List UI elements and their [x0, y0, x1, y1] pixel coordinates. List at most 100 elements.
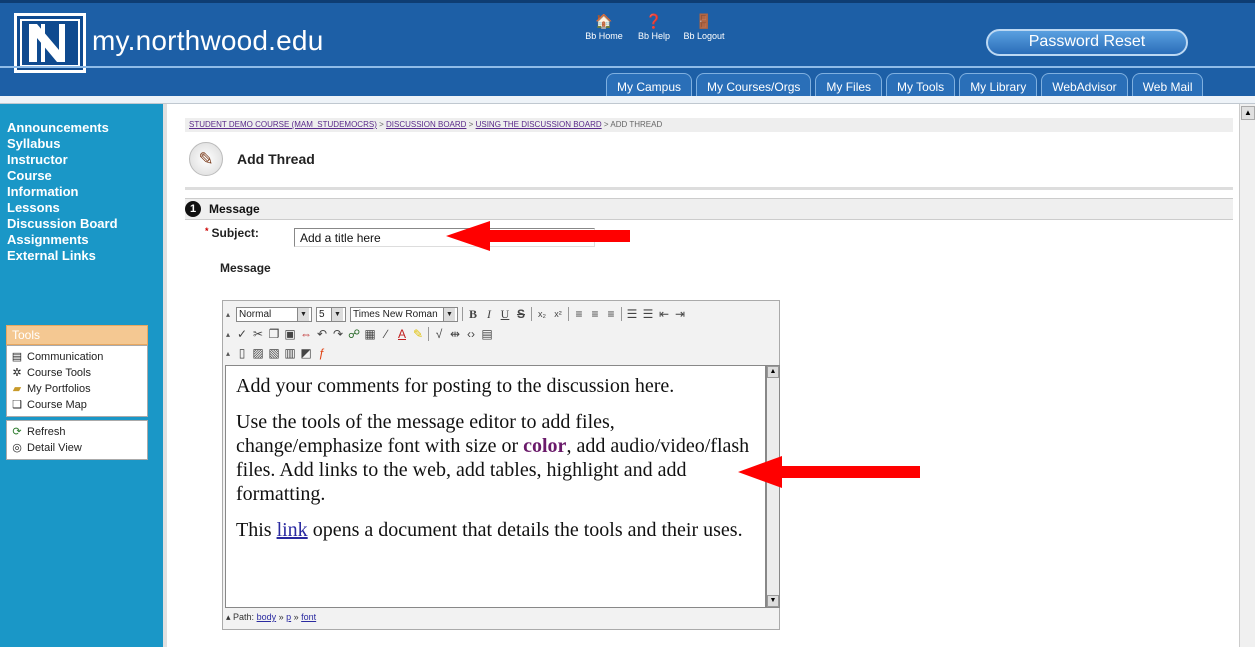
cut-icon[interactable]: ✂ — [252, 327, 264, 341]
insert-media-icon[interactable]: ▧ — [268, 346, 280, 360]
bb-home-link[interactable]: 🏠 Bb Home — [582, 13, 626, 41]
document-link[interactable]: link — [277, 519, 308, 541]
page-title: Add Thread — [237, 151, 315, 167]
northwood-logo[interactable] — [14, 13, 86, 73]
view-tools-list: ⟳ Refresh ◎ Detail View — [6, 420, 148, 460]
toolbar-separator — [568, 307, 569, 321]
toolbar-separator — [531, 307, 532, 321]
undo-icon[interactable]: ↶ — [316, 327, 328, 341]
breadcrumb-discussion-board[interactable]: DISCUSSION BOARD — [386, 120, 466, 129]
path-item-body[interactable]: body — [257, 612, 277, 622]
bb-logout-link[interactable]: 🚪 Bb Logout — [682, 13, 726, 41]
scroll-down-icon[interactable]: ▼ — [767, 595, 779, 607]
strikethrough-icon[interactable]: S — [515, 307, 527, 321]
math-equation-icon[interactable]: √ — [433, 327, 445, 341]
attach-file-icon[interactable]: ▯ — [236, 346, 248, 360]
menu-item-external-links[interactable]: External Links — [7, 248, 147, 264]
insert-image-icon[interactable]: ▨ — [252, 346, 264, 360]
menu-item-course-information[interactable]: Course Information — [7, 168, 79, 200]
bb-help-link[interactable]: ❓ Bb Help — [632, 13, 676, 41]
italic-icon[interactable]: I — [483, 307, 495, 322]
bold-icon[interactable]: B — [467, 307, 479, 322]
tool-course-map[interactable]: ❑ Course Map — [11, 397, 143, 413]
menu-item-lessons[interactable]: Lessons — [7, 200, 147, 216]
breadcrumb-current: ADD THREAD — [610, 120, 663, 129]
collapse-toolbar-icon[interactable]: ▴ — [226, 330, 232, 339]
horizontal-line-icon[interactable]: ∕ — [380, 327, 392, 341]
html-source-icon[interactable]: ‹› — [465, 327, 477, 341]
menu-item-announcements[interactable]: Announcements — [7, 120, 147, 136]
font-size-select[interactable]: 5 ▼ — [316, 306, 346, 322]
page-scrollbar[interactable]: ▲ — [1239, 104, 1255, 647]
scroll-up-icon[interactable]: ▲ — [767, 366, 779, 378]
menu-item-syllabus[interactable]: Syllabus — [7, 136, 147, 152]
refresh-label: Refresh — [27, 426, 66, 438]
chevron-down-icon: ▼ — [331, 307, 343, 321]
find-replace-icon[interactable]: ⇔ — [300, 327, 312, 341]
numbered-list-icon[interactable]: ☰ — [626, 307, 638, 321]
menu-item-instructor[interactable]: Instructor — [7, 152, 147, 168]
resize-icon[interactable]: ⇹ — [449, 327, 461, 341]
format-select[interactable]: Normal ▼ — [236, 306, 312, 322]
breadcrumb-using-discussion-board[interactable]: USING THE DISCUSSION BOARD — [476, 120, 602, 129]
text-color-icon[interactable]: A — [396, 327, 408, 341]
outdent-icon[interactable]: ⇤ — [658, 307, 670, 321]
detail-view-link[interactable]: ◎ Detail View — [11, 440, 143, 456]
breadcrumb-course[interactable]: STUDENT DEMO COURSE (MAM_STUDEMOCRS) — [189, 120, 377, 129]
font-family-select[interactable]: Times New Roman ▼ — [350, 306, 458, 322]
menu-item-assignments[interactable]: Assignments — [7, 232, 147, 248]
paste-icon[interactable]: ▣ — [284, 327, 296, 341]
collapse-toolbar-icon[interactable]: ▴ — [226, 349, 232, 358]
insert-audio-icon[interactable]: ▥ — [284, 346, 296, 360]
top-links: 🏠 Bb Home ❓ Bb Help 🚪 Bb Logout — [582, 13, 726, 41]
insert-video-icon[interactable]: ◩ — [300, 346, 312, 360]
tools-panel: Tools ▤ Communication ✲ Course Tools ▰ M… — [6, 325, 148, 460]
step-number-badge: 1 — [185, 201, 201, 217]
insert-table-icon[interactable]: ▦ — [364, 327, 376, 341]
insert-flash-icon[interactable]: ƒ — [316, 346, 328, 360]
course-sidebar: Announcements Syllabus Instructor Course… — [0, 104, 163, 647]
toolbar-separator — [428, 327, 429, 341]
toolbar-separator — [462, 307, 463, 321]
home-icon: 🏠 — [595, 13, 613, 29]
subject-annotation-arrow-icon — [446, 221, 630, 251]
subscript-icon[interactable]: x₂ — [536, 309, 548, 319]
path-item-font[interactable]: font — [301, 612, 316, 622]
collapse-toolbar-icon[interactable]: ▴ — [226, 310, 232, 319]
align-right-icon[interactable]: ≡ — [605, 307, 617, 321]
refresh-link[interactable]: ⟳ Refresh — [11, 424, 143, 440]
message-body[interactable]: Add your comments for posting to the dis… — [225, 365, 766, 608]
page-header: ✎ Add Thread — [189, 142, 315, 176]
redo-icon[interactable]: ↷ — [332, 327, 344, 341]
scroll-up-icon[interactable]: ▲ — [1241, 106, 1255, 120]
preview-icon[interactable]: ▤ — [481, 327, 493, 341]
editor-toolbar-row-1: ▴ Normal ▼ 5 ▼ Times New Roman ▼ B I U S x₂… — [226, 305, 686, 323]
chevron-down-icon: ▼ — [297, 307, 309, 321]
password-reset-button[interactable]: Password Reset — [986, 29, 1188, 56]
path-item-p[interactable]: p — [286, 612, 291, 622]
highlight-icon[interactable]: ✎ — [412, 327, 424, 341]
align-left-icon[interactable]: ≡ — [573, 307, 585, 321]
align-center-icon[interactable]: ≡ — [589, 307, 601, 321]
bb-home-label: Bb Home — [585, 31, 623, 41]
logout-icon: 🚪 — [695, 13, 713, 29]
tool-my-portfolios[interactable]: ▰ My Portfolios — [11, 381, 143, 397]
bulleted-list-icon[interactable]: ☰ — [642, 307, 654, 321]
insert-link-icon[interactable]: ☍ — [348, 327, 360, 341]
superscript-icon[interactable]: x² — [552, 309, 564, 319]
indent-icon[interactable]: ⇥ — [674, 307, 686, 321]
tool-communication[interactable]: ▤ Communication — [11, 349, 143, 365]
menu-item-discussion-board[interactable]: Discussion Board — [7, 216, 147, 232]
spellcheck-icon[interactable]: ✓ — [236, 327, 248, 341]
collapse-toolbar-icon[interactable]: ▴ — [226, 612, 231, 622]
underline-icon[interactable]: U — [499, 307, 511, 322]
path-label: Path: — [233, 612, 255, 622]
breadcrumb-separator: > — [466, 120, 476, 129]
main-content: STUDENT DEMO COURSE (MAM_STUDEMOCRS) > D… — [163, 104, 1239, 647]
copy-icon[interactable]: ❐ — [268, 327, 280, 341]
header-divider — [0, 66, 1255, 68]
message-paragraph-2: Use the tools of the message editor to a… — [236, 410, 755, 506]
tool-course-tools[interactable]: ✲ Course Tools — [11, 365, 143, 381]
message-paragraph-1: Add your comments for posting to the dis… — [236, 375, 675, 397]
colored-word: color — [523, 435, 567, 457]
